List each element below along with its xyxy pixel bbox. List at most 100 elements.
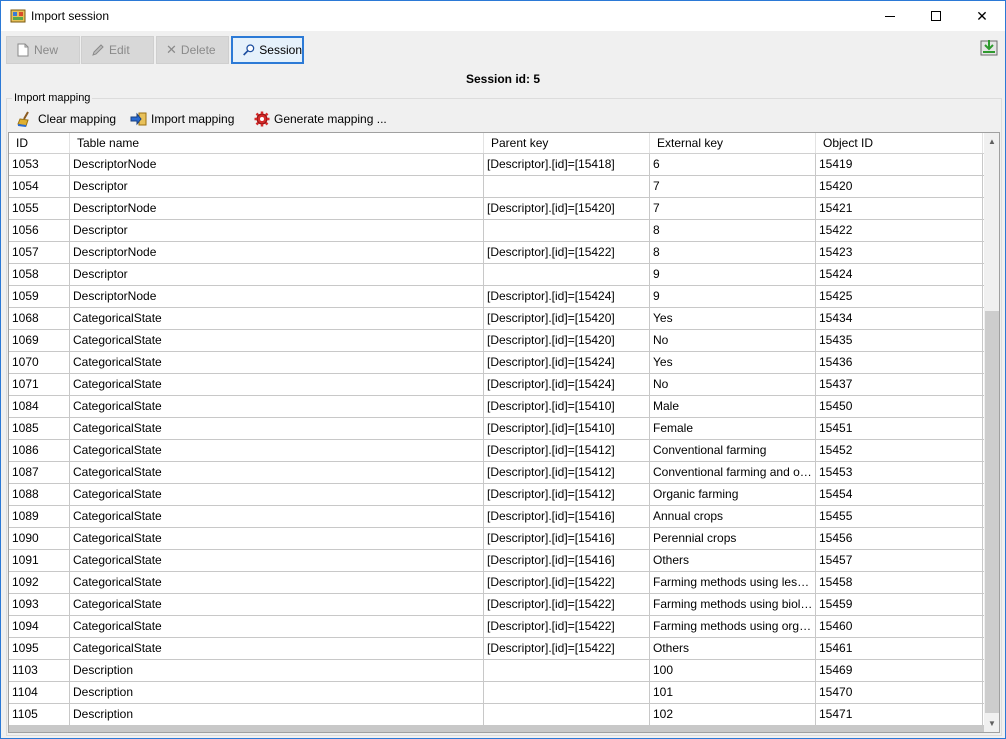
cell-parent-key[interactable]: [Descriptor].[id]=[15416] <box>484 550 650 571</box>
cell-table-name[interactable]: CategoricalState <box>70 572 484 593</box>
cell-parent-key[interactable]: [Descriptor].[id]=[15410] <box>484 418 650 439</box>
cell-object-id[interactable]: 15459 <box>816 594 983 615</box>
table-row[interactable]: 1095 CategoricalState [Descriptor].[id]=[1… <box>9 638 984 660</box>
cell-table-name[interactable]: CategoricalState <box>70 374 484 395</box>
cell-object-id[interactable]: 15436 <box>816 352 983 373</box>
cell-parent-key[interactable] <box>484 660 650 681</box>
cell-parent-key[interactable]: [Descriptor].[id]=[15420] <box>484 308 650 329</box>
table-row[interactable]: 1071 CategoricalState [Descriptor].[id]=[1… <box>9 374 984 396</box>
cell-table-name[interactable]: Description <box>70 704 484 725</box>
maximize-button[interactable] <box>913 1 959 31</box>
table-row[interactable]: 1057 DescriptorNode [Descriptor].[id]=[154… <box>9 242 984 264</box>
cell-id[interactable]: 1087 <box>9 462 70 483</box>
cell-id[interactable]: 1094 <box>9 616 70 637</box>
cell-object-id[interactable]: 15469 <box>816 660 983 681</box>
cell-id[interactable]: 1069 <box>9 330 70 351</box>
cell-external-key[interactable]: Perennial crops <box>650 528 816 549</box>
cell-parent-key[interactable]: [Descriptor].[id]=[15412] <box>484 440 650 461</box>
cell-id[interactable]: 1095 <box>9 638 70 659</box>
cell-table-name[interactable]: CategoricalState <box>70 528 484 549</box>
cell-object-id[interactable]: 15422 <box>816 220 983 241</box>
cell-id[interactable]: 1055 <box>9 198 70 219</box>
cell-object-id[interactable]: 15450 <box>816 396 983 417</box>
cell-parent-key[interactable] <box>484 220 650 241</box>
cell-external-key[interactable]: Conventional farming <box>650 440 816 461</box>
cell-external-key[interactable]: 7 <box>650 176 816 197</box>
cell-table-name[interactable]: DescriptorNode <box>70 198 484 219</box>
cell-parent-key[interactable]: [Descriptor].[id]=[15412] <box>484 484 650 505</box>
import-mapping-button[interactable]: Import mapping <box>130 110 234 128</box>
table-row[interactable]: 1068 CategoricalState [Descriptor].[id]=[1… <box>9 308 984 330</box>
cell-parent-key[interactable]: [Descriptor].[id]=[15418] <box>484 154 650 175</box>
cell-parent-key[interactable] <box>484 176 650 197</box>
cell-id[interactable]: 1084 <box>9 396 70 417</box>
table-row[interactable]: 1055 DescriptorNode [Descriptor].[id]=[154… <box>9 198 984 220</box>
cell-external-key[interactable]: Organic farming <box>650 484 816 505</box>
cell-parent-key[interactable]: [Descriptor].[id]=[15422] <box>484 594 650 615</box>
cell-table-name[interactable]: DescriptorNode <box>70 286 484 307</box>
cell-object-id[interactable]: 15460 <box>816 616 983 637</box>
cell-external-key[interactable]: 8 <box>650 220 816 241</box>
cell-table-name[interactable]: CategoricalState <box>70 308 484 329</box>
cell-id[interactable]: 1089 <box>9 506 70 527</box>
table-row[interactable]: 1086 CategoricalState [Descriptor].[id]=[1… <box>9 440 984 462</box>
scroll-down-arrow-icon[interactable]: ▼ <box>984 715 999 732</box>
cell-object-id[interactable]: 15419 <box>816 154 983 175</box>
table-row[interactable]: 1058 Descriptor 9 15424 <box>9 264 984 286</box>
cell-parent-key[interactable]: [Descriptor].[id]=[15424] <box>484 286 650 307</box>
column-header-parent-key[interactable]: Parent key <box>484 133 650 153</box>
cell-table-name[interactable]: Description <box>70 682 484 703</box>
cell-parent-key[interactable]: [Descriptor].[id]=[15422] <box>484 638 650 659</box>
cell-id[interactable]: 1053 <box>9 154 70 175</box>
cell-external-key[interactable]: No <box>650 330 816 351</box>
column-header-object-id[interactable]: Object ID <box>816 133 983 153</box>
cell-parent-key[interactable] <box>484 264 650 285</box>
cell-table-name[interactable]: CategoricalState <box>70 616 484 637</box>
cell-parent-key[interactable]: [Descriptor].[id]=[15420] <box>484 198 650 219</box>
close-button[interactable]: ✕ <box>959 1 1005 31</box>
cell-object-id[interactable]: 15420 <box>816 176 983 197</box>
cell-table-name[interactable]: CategoricalState <box>70 440 484 461</box>
cell-object-id[interactable]: 15470 <box>816 682 983 703</box>
table-row[interactable]: 1056 Descriptor 8 15422 <box>9 220 984 242</box>
table-row[interactable]: 1090 CategoricalState [Descriptor].[id]=[1… <box>9 528 984 550</box>
cell-parent-key[interactable]: [Descriptor].[id]=[15416] <box>484 506 650 527</box>
cell-parent-key[interactable]: [Descriptor].[id]=[15420] <box>484 330 650 351</box>
cell-table-name[interactable]: Descriptor <box>70 176 484 197</box>
cell-id[interactable]: 1059 <box>9 286 70 307</box>
table-row[interactable]: 1087 CategoricalState [Descriptor].[id]=[1… <box>9 462 984 484</box>
cell-external-key[interactable]: Conventional farming and orga... <box>650 462 816 483</box>
table-row[interactable]: 1084 CategoricalState [Descriptor].[id]=[1… <box>9 396 984 418</box>
cell-id[interactable]: 1085 <box>9 418 70 439</box>
cell-external-key[interactable]: Farming methods using less syn... <box>650 572 816 593</box>
clear-mapping-button[interactable]: Clear mapping <box>17 110 116 128</box>
cell-external-key[interactable]: No <box>650 374 816 395</box>
cell-id[interactable]: 1057 <box>9 242 70 263</box>
cell-object-id[interactable]: 15434 <box>816 308 983 329</box>
cell-parent-key[interactable]: [Descriptor].[id]=[15424] <box>484 352 650 373</box>
cell-external-key[interactable]: Male <box>650 396 816 417</box>
table-row[interactable]: 1054 Descriptor 7 15420 <box>9 176 984 198</box>
cell-object-id[interactable]: 15455 <box>816 506 983 527</box>
cell-external-key[interactable]: Yes <box>650 308 816 329</box>
cell-object-id[interactable]: 15458 <box>816 572 983 593</box>
vertical-scrollbar[interactable]: ▲ ▼ <box>984 133 999 732</box>
cell-table-name[interactable]: DescriptorNode <box>70 242 484 263</box>
cell-external-key[interactable]: 101 <box>650 682 816 703</box>
table-row[interactable]: 1089 CategoricalState [Descriptor].[id]=[1… <box>9 506 984 528</box>
cell-id[interactable]: 1091 <box>9 550 70 571</box>
cell-object-id[interactable]: 15452 <box>816 440 983 461</box>
cell-parent-key[interactable]: [Descriptor].[id]=[15422] <box>484 572 650 593</box>
session-button[interactable]: Session <box>231 36 304 64</box>
cell-external-key[interactable]: Farming methods using organic ... <box>650 616 816 637</box>
table-row[interactable]: 1103 Description 100 15469 <box>9 660 984 682</box>
cell-id[interactable]: 1105 <box>9 704 70 725</box>
cell-object-id[interactable]: 15471 <box>816 704 983 725</box>
cell-external-key[interactable]: Yes <box>650 352 816 373</box>
cell-table-name[interactable]: Descriptor <box>70 220 484 241</box>
cell-external-key[interactable]: 100 <box>650 660 816 681</box>
cell-table-name[interactable]: CategoricalState <box>70 330 484 351</box>
cell-parent-key[interactable] <box>484 682 650 703</box>
cell-table-name[interactable]: CategoricalState <box>70 484 484 505</box>
cell-id[interactable]: 1058 <box>9 264 70 285</box>
